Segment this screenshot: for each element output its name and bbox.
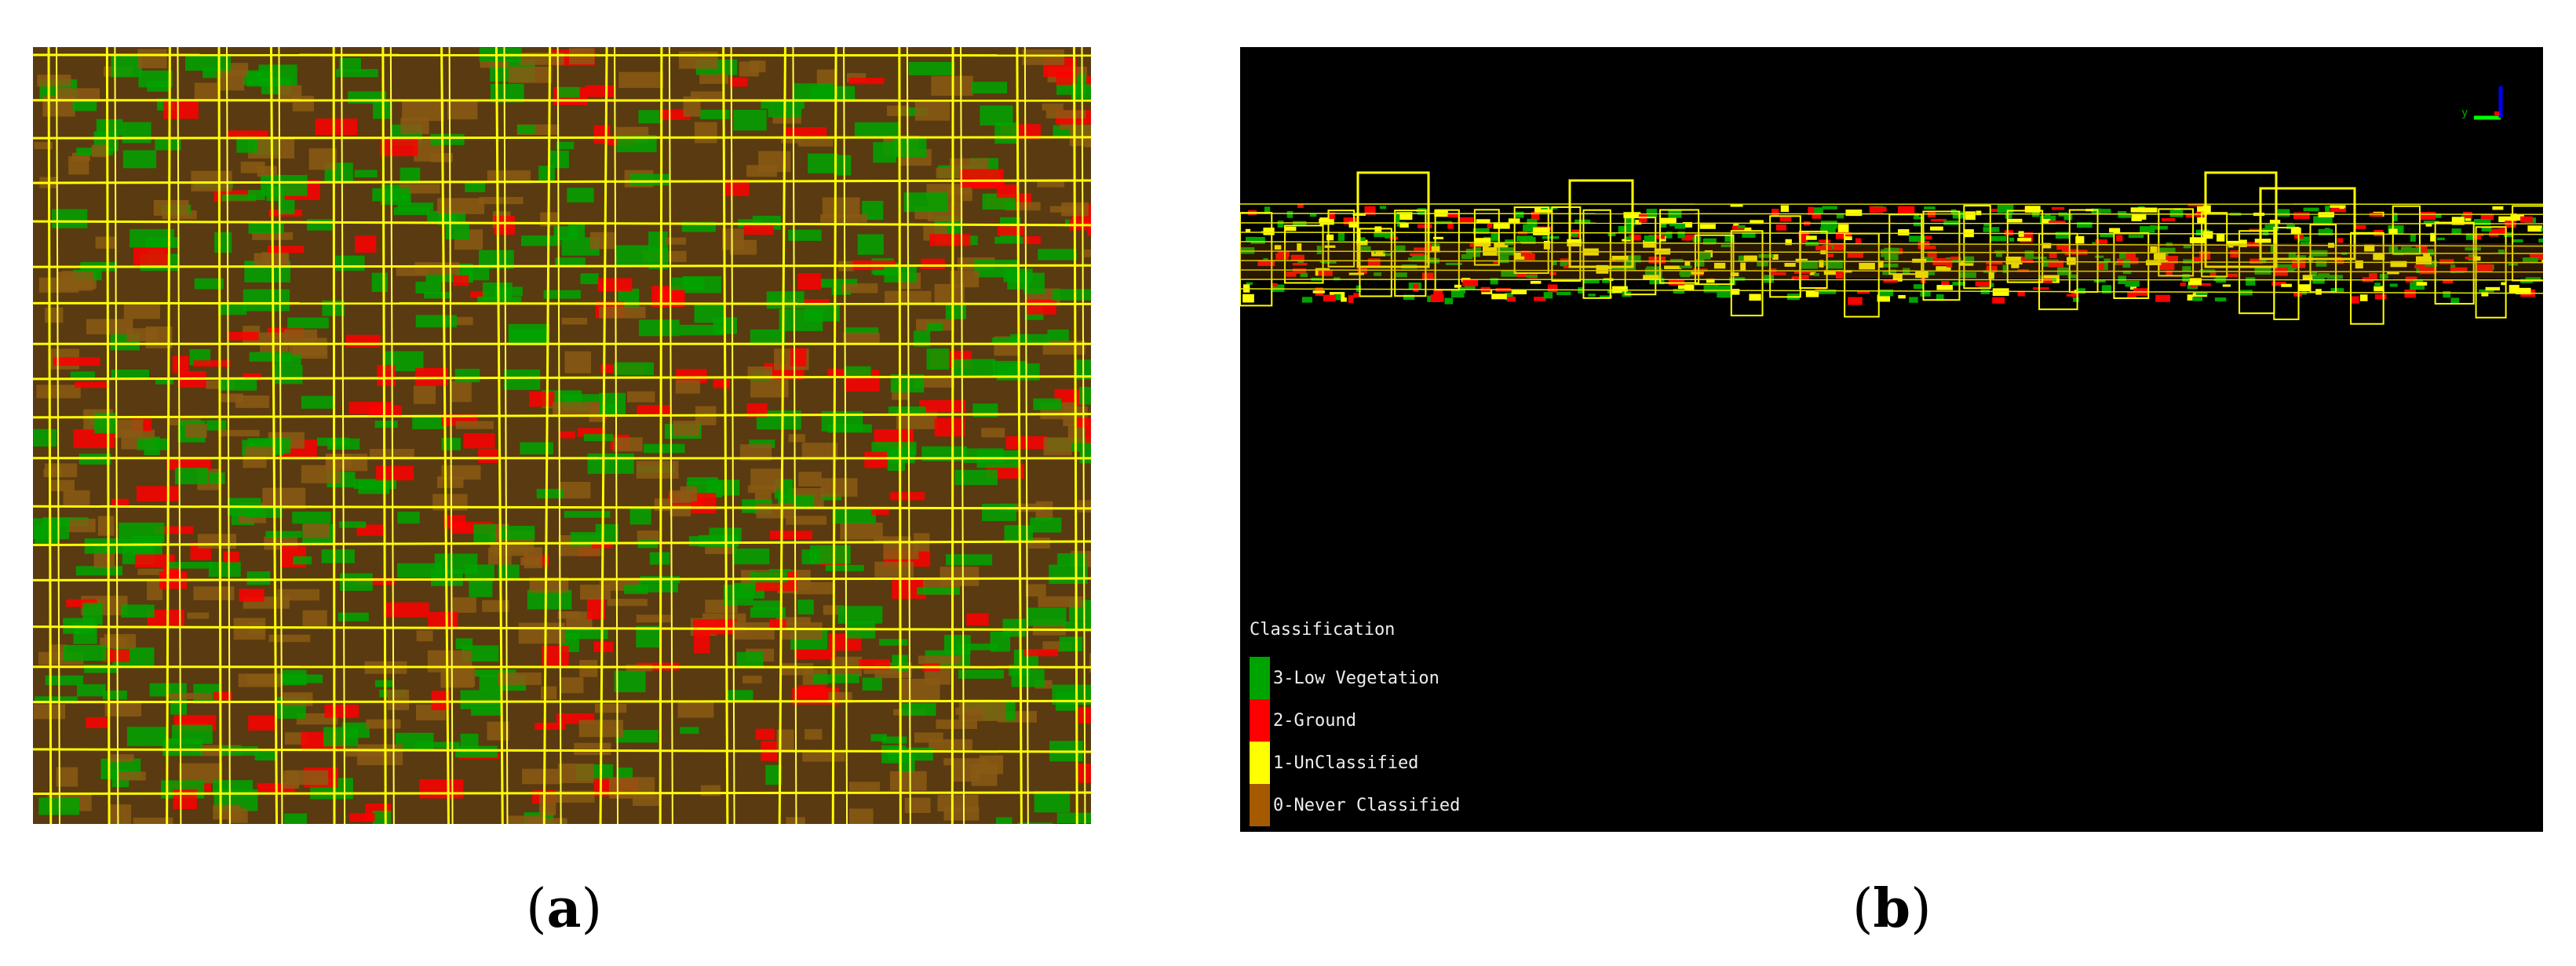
legend-label: 2-Ground <box>1273 710 1356 731</box>
caption-a: (a) <box>526 877 603 940</box>
legend-item: 3-Low Vegetation <box>1250 657 1460 699</box>
legend-item: 0-Never Classified <box>1250 784 1460 826</box>
legend-label: 3-Low Vegetation <box>1273 668 1439 688</box>
legend-item: 2-Ground <box>1250 699 1460 742</box>
legend-title: Classification <box>1250 620 1396 640</box>
classification-legend: Classification 3-Low Vegetation 2-Ground… <box>1250 620 1460 826</box>
point-cloud-top-view <box>33 47 1091 824</box>
legend-swatch <box>1250 699 1270 742</box>
legend-label: 0-Never Classified <box>1273 795 1461 815</box>
axis-y-label: y <box>2461 107 2468 119</box>
caption-b: (b) <box>1852 877 1932 940</box>
legend-swatch <box>1250 657 1270 699</box>
panel-a-top-view-point-cloud <box>33 47 1091 824</box>
legend-swatch <box>1250 742 1270 784</box>
legend-swatch <box>1250 784 1270 826</box>
legend-label: 1-UnClassified <box>1273 753 1419 773</box>
axis-triad-icon: y <box>2449 78 2512 126</box>
legend-item: 1-UnClassified <box>1250 742 1460 784</box>
